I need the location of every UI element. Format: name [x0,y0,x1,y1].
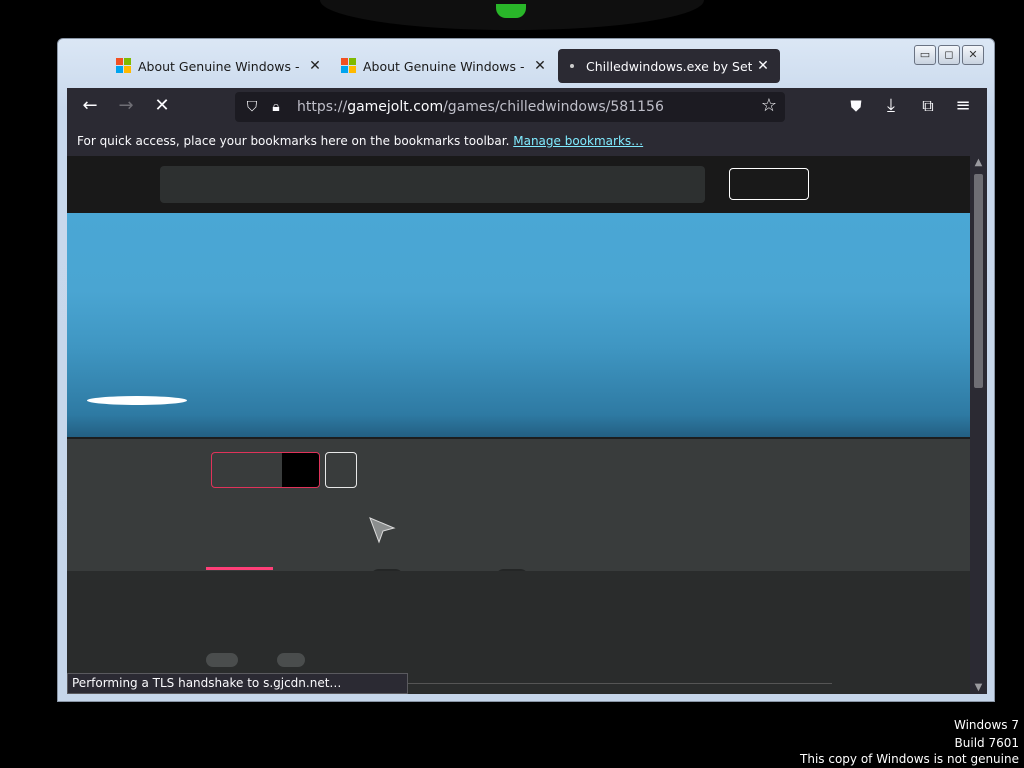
tab-title: Chilledwindows.exe by Sethnoe [586,58,752,74]
manage-bookmarks-link[interactable]: Manage bookmarks… [513,134,643,148]
placeholder-pill [277,653,305,667]
forward-arrow-icon[interactable]: → [115,96,137,116]
loading-dot-icon [570,64,574,68]
game-banner [67,213,970,437]
url-prefix: https:// [297,99,348,115]
banner-placeholder [87,396,187,405]
tab-chilledwindows[interactable]: Chilledwindows.exe by Sethnoe ✕ [558,49,780,83]
tab-title: About Genuine Windows - Microsoft [363,58,529,74]
lock-icon[interactable]: 🔒︎ [265,99,287,115]
microsoft-logo-icon [116,58,132,74]
tab-about-genuine-windows-2[interactable]: About Genuine Windows - Microsoft ✕ [333,49,555,83]
follow-count [282,453,319,487]
placeholder-pill [206,653,238,667]
follow-button[interactable] [211,452,320,488]
pocket-icon[interactable]: ⛊ [845,96,867,116]
page-content [67,156,970,694]
windows-build-text: Build 7601 [954,736,1019,750]
close-window-button[interactable]: ✕ [962,45,984,65]
stop-loading-icon[interactable]: ✕ [151,96,173,116]
site-search-input[interactable] [160,166,705,203]
url-bar[interactable]: ⛉ 🔒︎ https:// gamejolt.com /games/chille… [235,92,785,122]
more-options-button[interactable] [325,452,357,488]
site-header [67,156,970,213]
browser-window: About Genuine Windows - Microsoft ✕ Abou… [57,38,995,702]
tab-about-genuine-windows-1[interactable]: About Genuine Windows - Microsoft ✕ [108,49,330,83]
desktop-top-notch [320,0,704,30]
menu-hamburger-icon[interactable]: ≡ [952,96,974,116]
green-glow-indicator [496,4,526,18]
url-path: /games/chilledwindows/581156 [443,99,664,115]
not-genuine-warning: This copy of Windows is not genuine [800,752,1019,766]
bookmark-star-icon[interactable]: ☆ [761,95,777,116]
site-header-button[interactable] [729,168,809,200]
maximize-button[interactable]: ◻ [938,45,960,65]
tab-close-icon[interactable]: ✕ [533,58,547,74]
minimize-button[interactable]: ▭ [914,45,936,65]
tab-title: About Genuine Windows - Microsoft [138,58,304,74]
microsoft-logo-icon [341,58,357,74]
scroll-thumb[interactable] [974,174,983,388]
status-text: Performing a TLS handshake to s.gjcdn.ne… [67,673,408,694]
extensions-icon[interactable]: ⧉ [917,96,939,116]
bookmarks-hint-text: For quick access, place your bookmarks h… [77,134,510,148]
scroll-down-icon[interactable]: ▼ [970,682,987,693]
navigation-toolbar: ← → ✕ ⛉ 🔒︎ https:// gamejolt.com /games/… [67,88,987,126]
mouse-cursor-icon [369,517,396,544]
bookmarks-toolbar: For quick access, place your bookmarks h… [67,126,987,156]
windows-version-text: Windows 7 [953,718,1019,732]
tab-close-icon[interactable]: ✕ [308,58,322,74]
tracking-protection-shield-icon[interactable]: ⛉ [239,99,265,115]
back-arrow-icon[interactable]: ← [79,96,101,116]
url-host: gamejolt.com [347,99,444,115]
window-controls: ▭ ◻ ✕ [914,45,984,65]
scroll-up-icon[interactable]: ▲ [970,157,987,168]
download-icon[interactable]: ⤓ [880,96,902,116]
active-tab-indicator [206,567,273,570]
game-info-panel [67,439,970,571]
tab-close-icon[interactable]: ✕ [756,58,770,74]
page-scrollbar[interactable]: ▲ ▼ [970,156,987,694]
